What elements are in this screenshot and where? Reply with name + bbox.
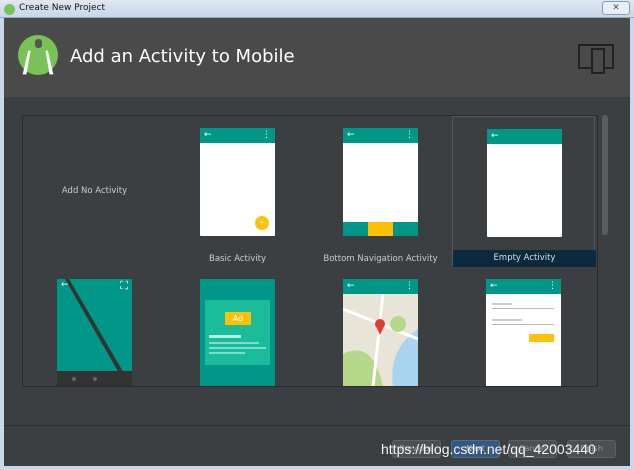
- overflow-menu-icon: ⋮: [262, 130, 271, 140]
- template-bottom-navigation-activity[interactable]: ← ⋮ Bottom Navigation Activity: [309, 116, 452, 266]
- template-label: Basic Activity: [209, 254, 266, 264]
- template-add-no-activity[interactable]: Add No Activity: [23, 116, 166, 266]
- mobile-device-icon: [578, 44, 614, 74]
- template-preview: ← ⛶: [57, 279, 132, 386]
- template-label: Add No Activity: [61, 186, 128, 196]
- fab-icon: +: [255, 216, 269, 230]
- close-button[interactable]: ✕: [602, 1, 630, 15]
- back-arrow-icon: ←: [491, 131, 499, 141]
- template-preview: ← ⋮ +: [200, 128, 275, 236]
- fullscreen-icon: ⛶: [120, 279, 128, 292]
- title-bar: Create New Project ✕: [0, 0, 634, 18]
- back-arrow-icon: ←: [347, 130, 355, 140]
- back-arrow-icon: ←: [490, 281, 498, 291]
- template-ad-activity[interactable]: Ad: [166, 266, 309, 386]
- back-arrow-icon: ←: [61, 280, 69, 290]
- watermark: https://blog.csdn.net/qq_42003440: [381, 441, 596, 457]
- template-preview: ← ⋮: [343, 279, 418, 386]
- android-studio-icon: [4, 4, 15, 15]
- template-login-activity[interactable]: ← ⋮: [452, 266, 595, 386]
- scrollbar[interactable]: [602, 115, 608, 235]
- template-empty-activity[interactable]: ← Empty Activity: [452, 116, 596, 267]
- template-maps-activity[interactable]: ← ⋮: [309, 266, 452, 386]
- template-preview: ←: [487, 129, 562, 237]
- overflow-menu-icon: ⋮: [405, 281, 414, 291]
- header: Add an Activity to Mobile: [4, 18, 630, 97]
- template-label: Empty Activity: [453, 250, 596, 267]
- template-preview: ← ⋮: [486, 279, 561, 386]
- window-border: [0, 466, 634, 470]
- template-preview: ← ⋮: [343, 128, 418, 236]
- back-arrow-icon: ←: [204, 130, 212, 140]
- template-label: Bottom Navigation Activity: [323, 254, 438, 264]
- ad-badge: Ad: [225, 312, 251, 325]
- android-studio-logo-icon: [18, 35, 58, 75]
- back-arrow-icon: ←: [347, 281, 355, 291]
- window-border: [630, 18, 634, 470]
- divider: [4, 425, 630, 426]
- page-title: Add an Activity to Mobile: [70, 46, 295, 67]
- window-title: Create New Project: [19, 3, 106, 13]
- overflow-menu-icon: ⋮: [405, 130, 414, 140]
- template-fullscreen-activity[interactable]: ← ⛶: [23, 266, 166, 386]
- template-preview: Ad: [200, 279, 275, 386]
- bottom-nav-bar: [343, 222, 418, 236]
- overflow-menu-icon: ⋮: [548, 281, 557, 291]
- template-basic-activity[interactable]: ← ⋮ + Basic Activity: [166, 116, 309, 266]
- template-gallery: Add No Activity ← ⋮ + Basic Activity ← ⋮ B…: [22, 115, 598, 387]
